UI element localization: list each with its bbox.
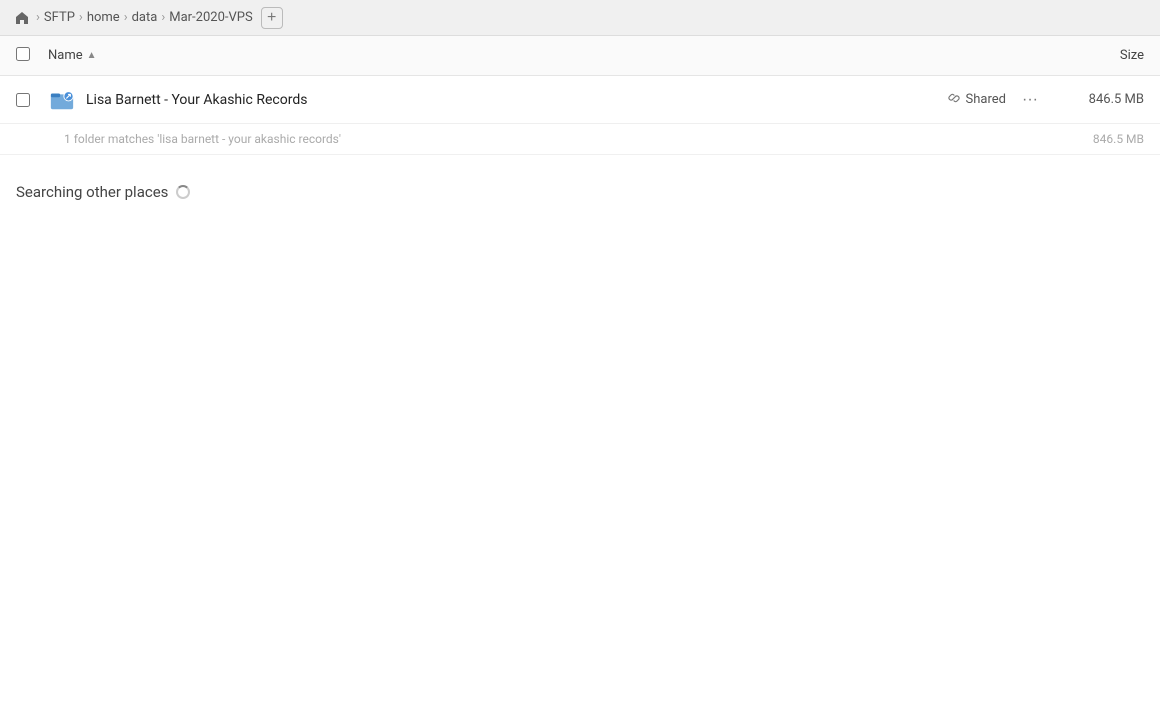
breadcrumb-data[interactable]: data (132, 10, 158, 25)
row-checkbox[interactable] (16, 93, 30, 107)
breadcrumb-bar: › SFTP › home › data › Mar-2020-VPS + (0, 0, 1160, 36)
file-size-value: 846.5 MB (1054, 92, 1144, 107)
separator-2: › (79, 10, 83, 25)
searching-other-places-section: Searching other places (0, 155, 1160, 217)
size-column-header[interactable]: Size (1054, 48, 1144, 63)
add-tab-button[interactable]: + (261, 7, 283, 29)
breadcrumb-mar2020vps[interactable]: Mar-2020-VPS (169, 10, 252, 25)
file-list-header: Name ▲ Size (0, 36, 1160, 76)
search-result-info: 1 folder matches 'lisa barnett - your ak… (0, 124, 1160, 155)
folder-icon (48, 86, 76, 114)
loading-spinner (176, 185, 190, 199)
separator-3: › (124, 10, 128, 25)
shared-badge: Shared (947, 91, 1006, 109)
searching-label: Searching other places (16, 183, 168, 201)
more-options-button[interactable]: ··· (1016, 86, 1044, 114)
separator-4: › (161, 10, 165, 25)
link-icon (947, 91, 961, 109)
name-header-label: Name (48, 48, 83, 63)
header-checkbox-wrap[interactable] (16, 47, 36, 65)
select-all-checkbox[interactable] (16, 47, 30, 61)
searching-title: Searching other places (16, 183, 1144, 201)
row-checkbox-wrap[interactable] (16, 93, 36, 107)
file-list-container: Name ▲ Size Lisa Barnett - Your Akashic … (0, 36, 1160, 720)
table-row[interactable]: Lisa Barnett - Your Akashic Records Shar… (0, 76, 1160, 124)
search-result-text: 1 folder matches 'lisa barnett - your ak… (64, 132, 341, 146)
file-name-label[interactable]: Lisa Barnett - Your Akashic Records (86, 92, 947, 108)
name-column-header[interactable]: Name ▲ (48, 48, 1054, 63)
shared-label: Shared (966, 92, 1006, 107)
search-result-total-size: 846.5 MB (1093, 132, 1144, 146)
size-header-label: Size (1120, 48, 1144, 63)
breadcrumb-home[interactable]: home (87, 10, 120, 25)
sort-arrow-icon: ▲ (87, 50, 97, 61)
home-icon[interactable] (12, 8, 32, 28)
breadcrumb-sftp[interactable]: SFTP (44, 10, 75, 25)
separator-1: › (36, 10, 40, 25)
